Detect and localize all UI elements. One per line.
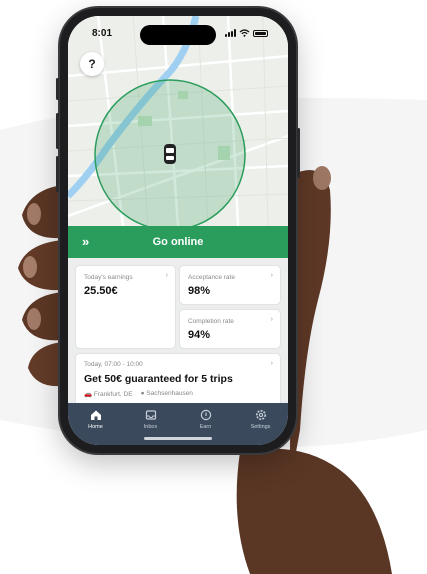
power-button xyxy=(297,128,300,178)
completion-card[interactable]: Completion rate › 94% xyxy=(180,310,280,348)
tab-label: Inbox xyxy=(143,424,158,430)
help-label: ? xyxy=(88,57,96,71)
earnings-icon xyxy=(200,409,211,421)
promo-title: Get 50€ guaranteed for 5 trips xyxy=(84,373,233,385)
status-icons xyxy=(225,29,268,37)
promo-zone: ● Sachsenhausen xyxy=(140,390,193,397)
tab-label: Settings xyxy=(250,424,271,430)
promotion-card[interactable]: Today, 07:00 - 10:00 › Get 50€ guarantee… xyxy=(76,354,280,406)
phone-screen: 8:01 ? » Go online Today's earnings › 25… xyxy=(68,16,288,445)
completion-value: 94% xyxy=(188,329,211,341)
earnings-card[interactable]: Today's earnings › 25.50€ xyxy=(76,266,175,348)
inbox-icon xyxy=(145,410,156,420)
car-icon xyxy=(164,144,176,164)
stats-panel: Today's earnings › 25.50€ Acceptance rat… xyxy=(68,258,288,406)
double-chevron-icon: » xyxy=(82,234,90,249)
tab-settings[interactable]: Settings xyxy=(241,409,281,430)
volume-down-button xyxy=(56,156,59,192)
home-indicator xyxy=(144,437,212,440)
promo-date: Today, 07:00 - 10:00 xyxy=(84,361,143,368)
promo-location: 🚗 Frankfurt, DE xyxy=(84,391,133,398)
phone-frame: 8:01 ? » Go online Today's earnings › 25… xyxy=(56,8,300,453)
info-icon: › xyxy=(270,360,273,367)
acceptance-value: 98% xyxy=(188,285,211,297)
status-time: 8:01 xyxy=(92,27,113,39)
info-icon: › xyxy=(270,316,273,323)
acceptance-caption: Acceptance rate xyxy=(188,274,235,281)
tab-label: Earn xyxy=(199,424,212,430)
info-icon: › xyxy=(165,272,168,279)
mute-switch xyxy=(56,78,59,100)
promo-meta: 🚗 Frankfurt, DE ● Sachsenhausen xyxy=(84,390,193,398)
dynamic-island xyxy=(140,25,216,45)
help-button[interactable]: ? xyxy=(80,52,104,76)
completion-caption: Completion rate xyxy=(188,318,234,325)
earnings-caption: Today's earnings xyxy=(84,274,133,281)
signal-icon xyxy=(225,29,236,37)
volume-up-button xyxy=(56,113,59,149)
home-icon xyxy=(90,410,101,420)
go-online-label: Go online xyxy=(152,236,204,248)
tab-label: Home xyxy=(88,424,103,430)
tab-earn[interactable]: Earn xyxy=(186,409,226,430)
tab-home[interactable]: Home xyxy=(76,409,116,430)
info-icon: › xyxy=(270,272,273,279)
acceptance-card[interactable]: Acceptance rate › 98% xyxy=(180,266,280,304)
gear-icon xyxy=(255,410,266,420)
battery-icon xyxy=(253,29,268,37)
tab-inbox[interactable]: Inbox xyxy=(131,409,171,430)
earnings-value: 25.50€ xyxy=(84,285,118,297)
wifi-icon xyxy=(239,29,250,37)
go-online-button[interactable]: » Go online xyxy=(68,226,288,258)
